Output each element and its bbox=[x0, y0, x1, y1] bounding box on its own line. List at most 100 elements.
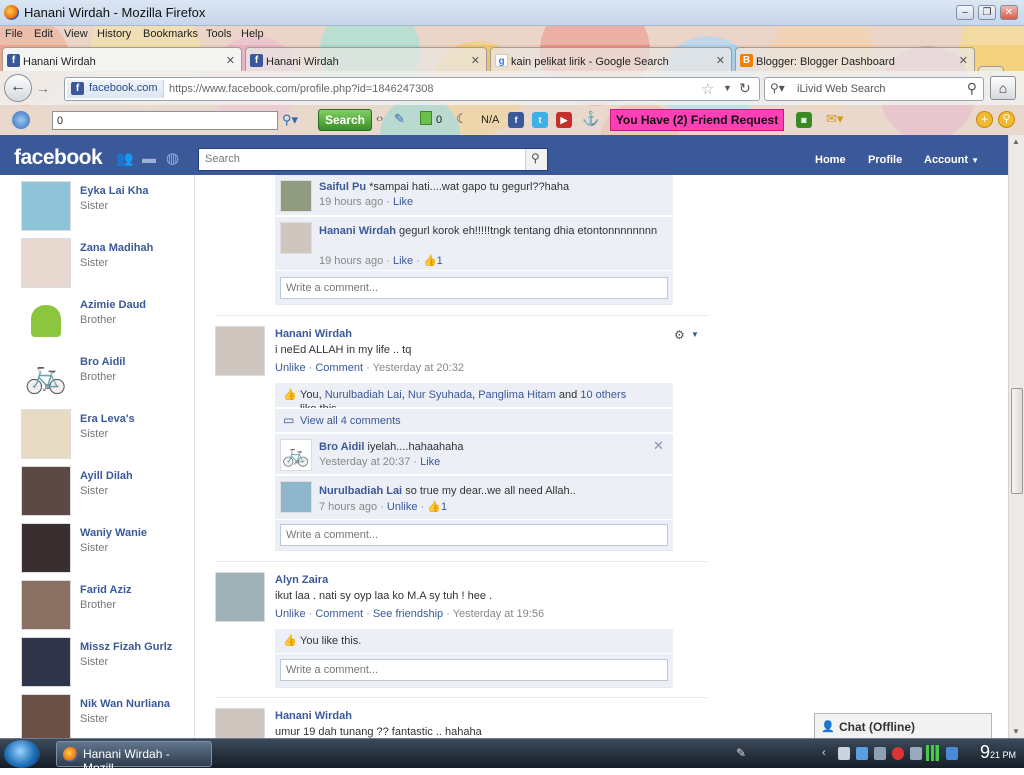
likes-others-link[interactable]: 10 others bbox=[580, 389, 626, 401]
toolbar-search-button[interactable]: Search bbox=[318, 109, 372, 131]
forward-button[interactable]: → bbox=[36, 80, 50, 96]
bicycle-avatar[interactable]: 🚲 bbox=[280, 439, 312, 471]
mail-icon[interactable]: ✉▾ bbox=[826, 111, 843, 127]
comment-link[interactable]: Comment bbox=[315, 362, 363, 374]
youtube-icon[interactable]: ▶ bbox=[556, 112, 572, 128]
avatar[interactable] bbox=[21, 409, 71, 459]
android-avatar[interactable] bbox=[21, 295, 71, 345]
reload-icon[interactable]: ↻ bbox=[739, 80, 751, 97]
family-item[interactable]: Eyka Lai Kha Sister bbox=[20, 175, 194, 232]
story-author[interactable]: Alyn Zaira bbox=[275, 574, 328, 586]
avatar[interactable] bbox=[21, 523, 71, 573]
like-link[interactable]: Like bbox=[393, 255, 413, 267]
family-item[interactable]: Nik Wan Nurliana Sister bbox=[20, 688, 194, 738]
taskbar-clock[interactable]: 921 PM bbox=[980, 742, 1016, 763]
avatar[interactable] bbox=[21, 580, 71, 630]
avatar[interactable] bbox=[280, 481, 312, 513]
menu-bookmarks[interactable]: Bookmarks bbox=[143, 28, 198, 40]
like-link[interactable]: Like bbox=[420, 456, 440, 468]
family-item[interactable]: Azimie Daud Brother bbox=[20, 289, 194, 346]
site-identity-button[interactable]: f facebook.com bbox=[67, 80, 165, 98]
avatar[interactable] bbox=[215, 572, 265, 622]
tray-bluetooth-icon[interactable] bbox=[946, 747, 958, 760]
highlighter-icon[interactable]: ✎ bbox=[394, 111, 405, 127]
tray-expand-icon[interactable]: ‹ bbox=[822, 747, 826, 759]
comment-link[interactable]: Comment bbox=[315, 608, 363, 620]
back-button[interactable]: ← bbox=[4, 74, 32, 102]
story-author[interactable]: Hanani Wirdah bbox=[275, 328, 352, 340]
comment-author[interactable]: Saiful Pu bbox=[319, 181, 366, 193]
avatar[interactable] bbox=[21, 238, 71, 288]
facebook-search-button[interactable]: ⚲ bbox=[525, 149, 547, 170]
bicycle-avatar[interactable]: 🚲 bbox=[21, 352, 71, 402]
close-window-button[interactable]: ✕ bbox=[1000, 5, 1018, 20]
family-name[interactable]: Nik Wan Nurliana bbox=[80, 698, 170, 710]
family-name[interactable]: Zana Madihah bbox=[80, 242, 153, 254]
chat-bar[interactable]: 👤 Chat (Offline) bbox=[814, 713, 992, 738]
notifications-globe-icon[interactable]: ◍ bbox=[166, 149, 179, 167]
unlike-link[interactable]: Unlike bbox=[275, 362, 306, 374]
tray-network-icon[interactable] bbox=[856, 747, 868, 760]
tab-hanani-wirdah-2[interactable]: f Hanani Wirdah ✕ bbox=[245, 47, 487, 71]
menu-edit[interactable]: Edit bbox=[34, 28, 53, 40]
family-item[interactable]: Era Leva's Sister bbox=[20, 403, 194, 460]
start-button[interactable] bbox=[4, 740, 40, 768]
family-item[interactable]: Missz Fizah Gurlz Sister bbox=[20, 631, 194, 688]
home-button[interactable]: ⌂ bbox=[990, 76, 1016, 100]
delete-comment-icon[interactable]: ✕ bbox=[653, 438, 664, 454]
twitter-icon[interactable]: t bbox=[532, 112, 548, 128]
close-tab-icon[interactable]: ✕ bbox=[471, 54, 480, 67]
tab-hanani-wirdah-1[interactable]: f Hanani Wirdah ✕ bbox=[2, 47, 242, 71]
family-name[interactable]: Bro Aidil bbox=[80, 356, 125, 368]
nav-account[interactable]: Account ▼ bbox=[924, 154, 979, 166]
close-tab-icon[interactable]: ✕ bbox=[959, 54, 968, 67]
restore-button[interactable]: ❐ bbox=[978, 5, 996, 20]
liker-link[interactable]: Panglima Hitam bbox=[478, 389, 556, 401]
battery-icon[interactable] bbox=[420, 111, 432, 125]
family-name[interactable]: Azimie Daud bbox=[80, 299, 146, 311]
liker-link[interactable]: Nurulbadiah Lai bbox=[325, 389, 402, 401]
globe-icon[interactable] bbox=[12, 111, 30, 129]
avatar[interactable] bbox=[215, 708, 265, 738]
menu-file[interactable]: File bbox=[5, 28, 23, 40]
view-all-comments-link[interactable]: View all 4 comments bbox=[300, 415, 401, 427]
menu-view[interactable]: View bbox=[64, 28, 88, 40]
gear-icon[interactable]: ⚙ bbox=[674, 328, 685, 342]
thumbs-up-icon[interactable]: 👍 bbox=[423, 255, 437, 267]
family-item[interactable]: Zana Madihah Sister bbox=[20, 232, 194, 289]
scroll-up-icon[interactable]: ▲ bbox=[1012, 137, 1020, 146]
chevron-down-icon[interactable]: ▼ bbox=[691, 330, 699, 339]
story-author[interactable]: Hanani Wirdah bbox=[275, 710, 352, 722]
family-name[interactable]: Ayill Dilah bbox=[80, 470, 133, 482]
web-search-box[interactable]: ⚲▾ iLivid Web Search ⚲ bbox=[764, 77, 984, 101]
menu-help[interactable]: Help bbox=[241, 28, 264, 40]
story-time[interactable]: Yesterday at 20:32 bbox=[373, 362, 464, 374]
friend-request-button[interactable]: You Have (2) Friend Request bbox=[610, 109, 784, 131]
family-item[interactable]: Farid Aziz Brother bbox=[20, 574, 194, 631]
menu-history[interactable]: History bbox=[97, 28, 131, 40]
toolbar-search-input[interactable]: 0 bbox=[52, 111, 278, 130]
avatar[interactable] bbox=[21, 181, 71, 231]
comment-time[interactable]: 7 hours ago bbox=[319, 501, 377, 513]
magnifier-icon[interactable]: ⚲▾ bbox=[282, 112, 298, 128]
avatar[interactable] bbox=[215, 326, 265, 376]
avatar[interactable] bbox=[280, 222, 312, 254]
family-name[interactable]: Era Leva's bbox=[80, 413, 135, 425]
like-count[interactable]: 1 bbox=[441, 501, 447, 513]
facebook-search-input[interactable]: Search ⚲ bbox=[198, 148, 548, 171]
comment-author[interactable]: Hanani Wirdah bbox=[319, 225, 396, 237]
comment-author[interactable]: Bro Aidil bbox=[319, 441, 364, 453]
scrollbar-thumb[interactable] bbox=[1011, 388, 1023, 494]
write-comment-input[interactable]: Write a comment... bbox=[280, 277, 668, 299]
like-link[interactable]: Like bbox=[393, 196, 413, 208]
tray-app-icon[interactable] bbox=[910, 747, 922, 760]
facebook-logo[interactable]: facebook bbox=[14, 146, 103, 170]
taskbar-firefox-item[interactable]: Hanani Wirdah - Mozill... bbox=[56, 741, 212, 775]
anchor-icon[interactable]: ⚓ bbox=[582, 110, 599, 127]
family-name[interactable]: Waniy Wanie bbox=[80, 527, 147, 539]
url-bar[interactable]: f facebook.com https://www.facebook.com/… bbox=[64, 77, 760, 101]
nav-profile[interactable]: Profile bbox=[868, 154, 902, 166]
search-icon[interactable]: ⚲ bbox=[967, 80, 977, 97]
comment-time[interactable]: 19 hours ago bbox=[319, 196, 383, 208]
family-item[interactable]: Ayill Dilah Sister bbox=[20, 460, 194, 517]
